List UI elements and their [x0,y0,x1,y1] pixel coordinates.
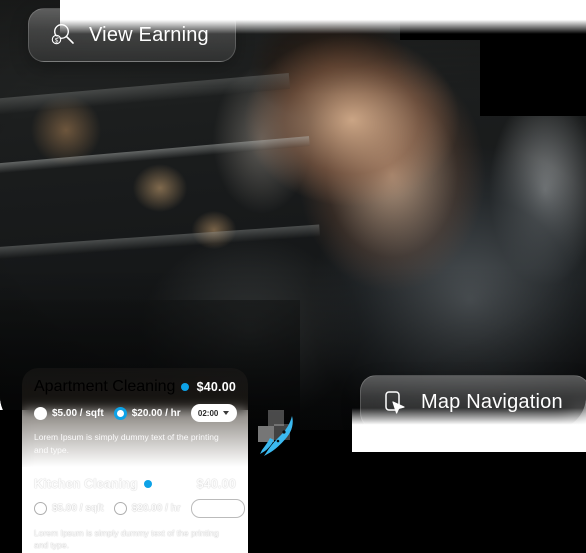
status-dot-icon [181,383,190,391]
status-dot-icon [143,479,152,488]
magnifier-dollar-icon: $ [51,23,74,44]
pricing-option-sqft-label: $5.00 / sqft [52,502,104,514]
radio-sqft[interactable] [34,501,47,515]
radio-sqft[interactable] [34,406,47,420]
pricing-option-sqft-label: $5.00 / sqft [52,407,104,419]
service-price: $40.00 [196,476,236,491]
service-title: Kitchen Cleaning [34,476,138,491]
pricing-option-sqft[interactable]: $5.00 / sqft [34,406,104,420]
pricing-option-hourly[interactable]: $20.00 / hr [113,501,181,515]
duration-select[interactable] [190,498,245,518]
service-description: Lorem Ipsum is simply dummy text of the … [34,432,219,455]
card-header: Apartment Cleaning $40.00 [34,378,236,396]
service-description: Lorem Ipsum is simply dummy text of the … [34,527,219,551]
service-card-kitchen-cleaning[interactable]: Kitchen Cleaning $40.00 $5.00 / sqft $20… [22,466,248,553]
map-navigation-button[interactable]: Map Navigation [360,375,586,429]
pricing-options: $5.00 / sqft $20.00 / hr [34,498,245,518]
service-price: $40.00 [196,380,236,394]
mask-top-right-secondary [400,0,480,40]
service-title: Apartment Cleaning [34,378,176,395]
map-navigation-label: Map Navigation [421,390,563,413]
pricing-option-hourly-label: $20.00 / hr [131,407,181,419]
radio-hourly[interactable] [113,406,127,420]
pricing-option-hourly-label: $20.00 / hr [131,502,181,514]
mask-top-right [480,0,586,116]
pricing-option-sqft[interactable]: $5.00 / sqft [34,501,104,515]
view-earning-label: View Earning [89,23,209,46]
radio-hourly[interactable] [113,501,127,515]
duration-select[interactable]: 02:00 [190,404,237,422]
pricing-option-hourly[interactable]: $20.00 / hr [113,406,181,420]
map-pointer-icon [385,391,405,414]
view-earning-button[interactable]: $ View Earning [28,8,236,62]
service-card-list: Apartment Cleaning $40.00 $5.00 / sqft $… [22,368,248,553]
pricing-options: $5.00 / sqft $20.00 / hr 02:00 [34,404,237,422]
service-card-apartment-cleaning[interactable]: Apartment Cleaning $40.00 $5.00 / sqft $… [22,368,248,467]
card-header: Kitchen Cleaning $40.00 [34,477,236,491]
chevron-down-icon [223,411,230,415]
app-screen: Apartment Cleaning $40.00 $5.00 / sqft $… [0,0,586,553]
duration-select-value: 02:00 [197,408,219,418]
